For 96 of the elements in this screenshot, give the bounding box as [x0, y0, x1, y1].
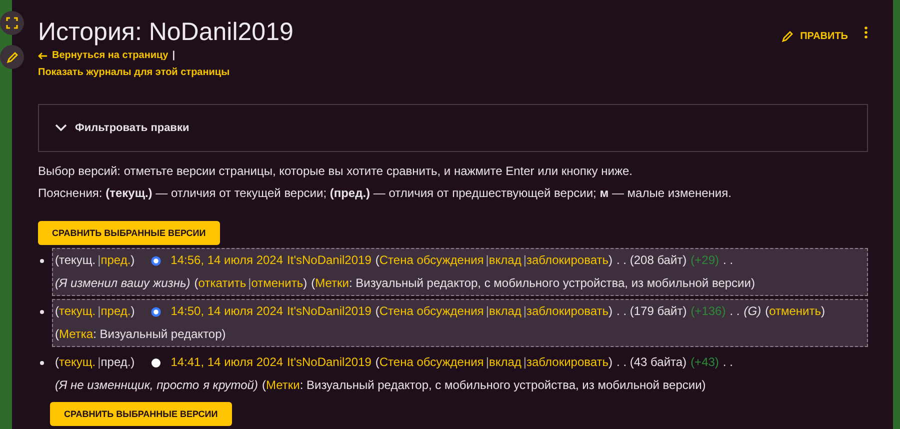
revision-link[interactable]: текущ. [59, 304, 96, 318]
more-menu-icon[interactable] [864, 26, 868, 39]
revision-text: . . (43 байта) [616, 355, 687, 369]
revision-link[interactable]: заблокировать [526, 304, 609, 318]
size-change: (+43) [690, 355, 719, 369]
page-title: История: NoDanil2019 [38, 17, 294, 48]
revision-text: ( [194, 276, 198, 290]
edit-button[interactable] [0, 45, 24, 69]
separator: | [248, 276, 252, 290]
revision-text: ( [55, 327, 59, 341]
bullet-icon [40, 310, 44, 314]
revision-row[interactable]: (текущ. |пред.) 14:50, 14 июля 2024 It'sNoDanil2019 (Стена обсуждения |вклад |заблокировать) . . (179 байт) (+136) . . (G) (отменить) (Метка: Визуальный редактор) [52, 299, 868, 347]
separator: | [486, 355, 489, 369]
revision-radio[interactable] [150, 306, 161, 317]
fullscreen-button[interactable] [0, 11, 24, 35]
revision-link[interactable]: Метки [315, 276, 349, 290]
logs-link[interactable]: Показать журналы для этой страницы [38, 67, 230, 78]
edit-summary: (G) [744, 304, 762, 318]
revision-text: ( [262, 378, 266, 392]
revision-text: ) [608, 355, 613, 369]
revision-radio[interactable] [150, 358, 161, 368]
filter-panel[interactable]: Фильтровать правки [38, 104, 868, 152]
revision-row[interactable] [52, 248, 868, 296]
revision-text: ) [820, 304, 825, 318]
link-separator: | [172, 50, 176, 61]
size-change: (+136) [690, 304, 726, 318]
revision-text: ) [130, 253, 135, 267]
separator: | [523, 355, 526, 369]
separator: | [523, 253, 526, 267]
pencil-icon [6, 50, 18, 64]
revision-text: ( [765, 304, 770, 318]
revision-link[interactable]: пред. [100, 253, 131, 267]
revision-link[interactable]: 14:50, 14 июля 2024 [170, 304, 284, 318]
compare-button[interactable]: СРАВНИТЬ ВЫБРАННЫЕ ВЕРСИИ [50, 402, 232, 426]
instructions-text: Выбор версий: отметьте версии страницы, которые вы хотите сравнить, и нажмите Enter или кнопку ниже. [38, 163, 634, 180]
revision-link[interactable]: Стена обсуждения [379, 253, 484, 267]
filter-label: Фильтровать правки [75, 122, 190, 134]
revision-text: . . [730, 304, 740, 318]
edit-summary: (Я не изменнщик, просто [55, 378, 200, 392]
revision-text: ( [375, 355, 380, 369]
revision-text: ( [375, 304, 380, 318]
revision-link[interactable]: заблокировать [526, 355, 609, 369]
revision-link[interactable]: It'sNoDanil2019 [287, 304, 372, 318]
revision-text: ( [311, 276, 316, 290]
revision-link[interactable]: Метка [59, 327, 94, 341]
revision-link[interactable]: Стена обсуждения [379, 355, 484, 369]
revision-link[interactable]: откатить [198, 276, 246, 290]
bullet-icon [40, 259, 44, 263]
revision-link[interactable]: 14:41, 14 июля 2024 [170, 355, 284, 369]
revision-radio[interactable] [150, 256, 161, 266]
revision-text: . . [722, 355, 733, 369]
back-link[interactable]: Вернуться на страницу [52, 50, 168, 61]
edit-button[interactable]: ПРАВИТЬ [781, 28, 848, 45]
revision-link[interactable]: заблокировать [526, 253, 609, 267]
revision-link[interactable]: Метки [266, 378, 300, 392]
revision-text: пред.) [100, 355, 135, 369]
fullscreen-icon [6, 17, 18, 29]
revision-link[interactable]: вклад [488, 253, 522, 267]
separator: | [523, 304, 526, 318]
revision-link[interactable]: вклад [488, 355, 522, 369]
revision-text: : Визуальный редактор, с мобильного устройства, из мобильной версии) [300, 378, 706, 392]
revision-text: . . (179 байт) [616, 304, 687, 318]
revision-text: : Визуальный редактор) [93, 327, 226, 341]
revision-text: ) [608, 304, 613, 318]
revision-link[interactable]: отменить [769, 304, 821, 318]
revision-text: (текущ. [55, 253, 96, 267]
separator: | [486, 304, 489, 318]
revision-text: ( [55, 355, 59, 369]
revision-text: ) [130, 304, 135, 318]
revision-text: . . [723, 253, 734, 267]
revision-text: ) [608, 253, 613, 267]
revision-text: ) [303, 276, 308, 290]
separator: | [98, 253, 101, 267]
revision-link[interactable]: It'sNoDanil2019 [287, 355, 372, 369]
edit-summary: я крутой) [203, 378, 258, 392]
separator: | [486, 253, 489, 267]
revision-text: . . (208 байт) [616, 253, 687, 267]
size-change: (+29) [690, 253, 720, 267]
revision-link[interactable]: Стена обсуждения [379, 304, 484, 318]
revision-link[interactable]: вклад [488, 304, 522, 318]
revision-text: ( [375, 253, 380, 267]
back-arrow-icon [38, 52, 48, 60]
revision-text: : Визуальный редактор, с мобильного устройства, из мобильной версии) [348, 276, 755, 290]
revision-link[interactable]: текущ. [59, 355, 96, 369]
revision-link[interactable]: пред. [100, 304, 131, 318]
separator: | [98, 355, 101, 369]
legend-text: Пояснения: (текущ.) — отличия от текущей версии; (пред.) — отличия от предшествующей версии; м — малые изменения. [38, 185, 732, 202]
separator: | [98, 304, 101, 318]
revision-text: ( [55, 304, 59, 318]
bullet-icon [40, 361, 44, 365]
compare-button[interactable]: СРАВНИТЬ ВЫБРАННЫЕ ВЕРСИИ [38, 221, 220, 245]
revision-link[interactable]: 14:56, 14 июля 2024 [170, 253, 284, 267]
edit-summary: (Я изменил вашу жизнь) [55, 276, 190, 290]
revision-link[interactable]: It'sNoDanil2019 [287, 253, 372, 267]
pencil-icon [781, 30, 794, 43]
revision-link[interactable]: отменить [251, 276, 304, 290]
